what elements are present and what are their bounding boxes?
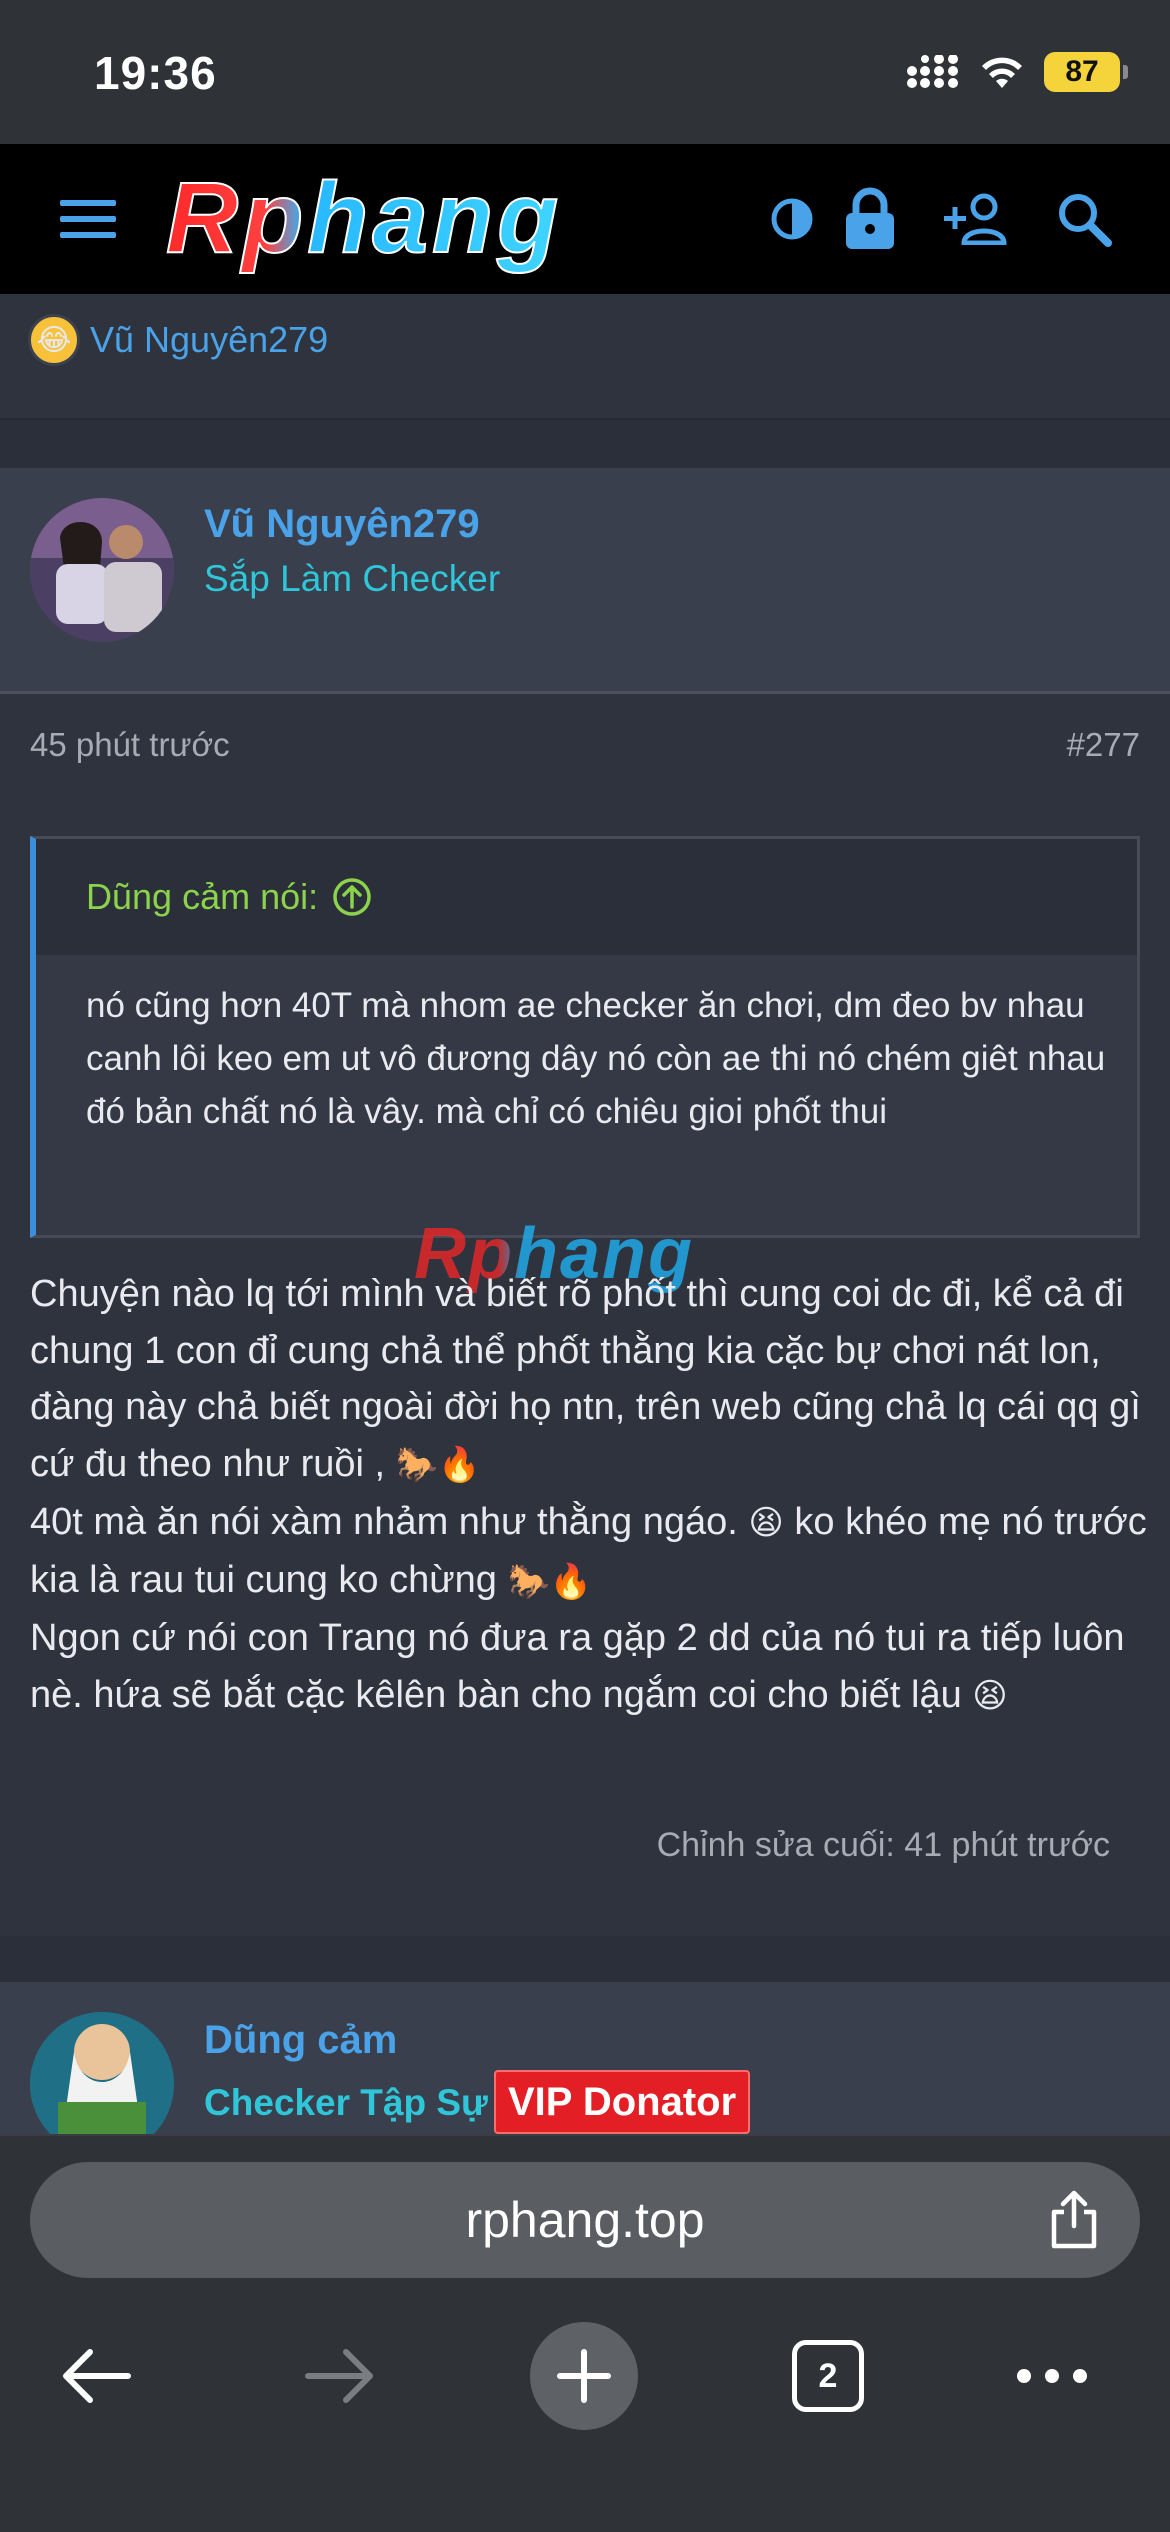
laugh-reaction-icon: 😂 — [28, 314, 80, 366]
svg-text:Rphang: Rphang — [166, 166, 562, 274]
post-meta: 45 phút trước #277 — [0, 726, 1170, 776]
search-icon — [1059, 194, 1112, 247]
fire-horse-emoji-icon: 🐎🔥 — [507, 1562, 593, 1601]
more-dots-icon — [1017, 2369, 1087, 2383]
post-user-block: Vũ Nguyên279 Sắp Làm Checker — [0, 468, 1170, 694]
post-body: Chuyện nào lq tới mình và biết rõ phốt t… — [30, 1266, 1150, 1725]
arrow-right-icon — [305, 2349, 373, 2403]
jump-to-quote-icon[interactable] — [332, 877, 372, 917]
arrow-left-icon — [63, 2349, 131, 2403]
wifi-icon — [982, 57, 1022, 88]
more-button[interactable] — [1016, 2322, 1088, 2430]
angry-face-emoji-icon: 😫 — [972, 1677, 1008, 1716]
login-button[interactable] — [844, 144, 896, 294]
post-paragraph: 40t mà ăn nói xàm nhảm như thằng ngáo. — [30, 1500, 738, 1543]
post-277: Vũ Nguyên279 Sắp Làm Checker 45 phút trư… — [0, 468, 1170, 1936]
address-bar[interactable]: rphang.top — [30, 2162, 1140, 2278]
fire-horse-emoji-icon: 🐎🔥 — [395, 1446, 481, 1485]
menu-button[interactable] — [58, 144, 118, 294]
lock-icon — [846, 187, 894, 249]
menu-icon — [60, 200, 116, 238]
url-text[interactable]: rphang.top — [465, 2191, 704, 2249]
vip-donator-badge: VIP Donator — [494, 2070, 751, 2134]
theme-toggle-icon — [771, 198, 813, 240]
forward-button[interactable] — [302, 2322, 378, 2430]
theme-toggle-button[interactable] — [770, 144, 814, 294]
last-edited-note[interactable]: Chỉnh sửa cuối: 41 phút trước — [657, 1826, 1110, 1865]
quote-text: nó cũng hơn 40T mà nhom ae checker ăn ch… — [86, 986, 1106, 1131]
reaction-user-link[interactable]: Vũ Nguyên279 — [90, 319, 328, 361]
post-user-title: Sắp Làm Checker — [204, 558, 501, 599]
quote-author[interactable]: Dũng cảm nói: — [86, 876, 318, 918]
status-time: 19:36 — [94, 47, 217, 99]
site-header: Rphang — [0, 144, 1170, 294]
new-tab-button[interactable] — [530, 2322, 638, 2430]
quote-header[interactable]: Dũng cảm nói: — [36, 839, 1137, 955]
back-button[interactable] — [58, 2322, 134, 2430]
post-number-link[interactable]: #277 — [1067, 726, 1140, 764]
post-paragraph: Chuyện nào lq tới mình và biết rõ phốt t… — [30, 1273, 1141, 1485]
post-timestamp[interactable]: 45 phút trước — [30, 726, 230, 764]
avatar[interactable] — [30, 2012, 174, 2134]
angry-face-emoji-icon: 😫 — [748, 1504, 784, 1543]
browser-toolbar: rphang.top 2 — [0, 2134, 1170, 2532]
next-post-username[interactable]: Dũng cảm — [204, 2018, 397, 2063]
next-post-user-title: Checker Tập Sự — [204, 2082, 488, 2123]
status-icons: 87 — [906, 48, 1128, 96]
share-icon — [1051, 2190, 1097, 2249]
tabs-button[interactable]: 2 — [792, 2322, 864, 2430]
register-button[interactable] — [944, 144, 1012, 294]
next-post-header: Dũng cảm Checker Tập Sự VIP Donator — [0, 1982, 1170, 2134]
avatar[interactable] — [30, 498, 174, 642]
plus-icon — [557, 2349, 611, 2403]
post-paragraph: Ngon cứ nói con Trang nó đưa ra gặp 2 dd… — [30, 1617, 1125, 1716]
battery-indicator: 87 — [1044, 52, 1128, 92]
post-username[interactable]: Vũ Nguyên279 — [204, 502, 480, 547]
site-logo[interactable]: Rphang — [160, 166, 730, 276]
previous-post-footer: 😂 Vũ Nguyên279 — [0, 294, 1170, 420]
tabs-count: 2 — [792, 2340, 864, 2412]
search-button[interactable] — [1056, 144, 1112, 294]
reaction-list[interactable]: 😂 Vũ Nguyên279 — [28, 314, 328, 366]
cellular-signal-icon — [907, 55, 958, 88]
quote-block: Dũng cảm nói: nó cũng hơn 40T mà nhom ae… — [30, 836, 1140, 1238]
status-bar: 19:36 87 — [0, 0, 1170, 144]
add-user-icon — [944, 193, 1007, 245]
share-button[interactable] — [1048, 2190, 1100, 2255]
